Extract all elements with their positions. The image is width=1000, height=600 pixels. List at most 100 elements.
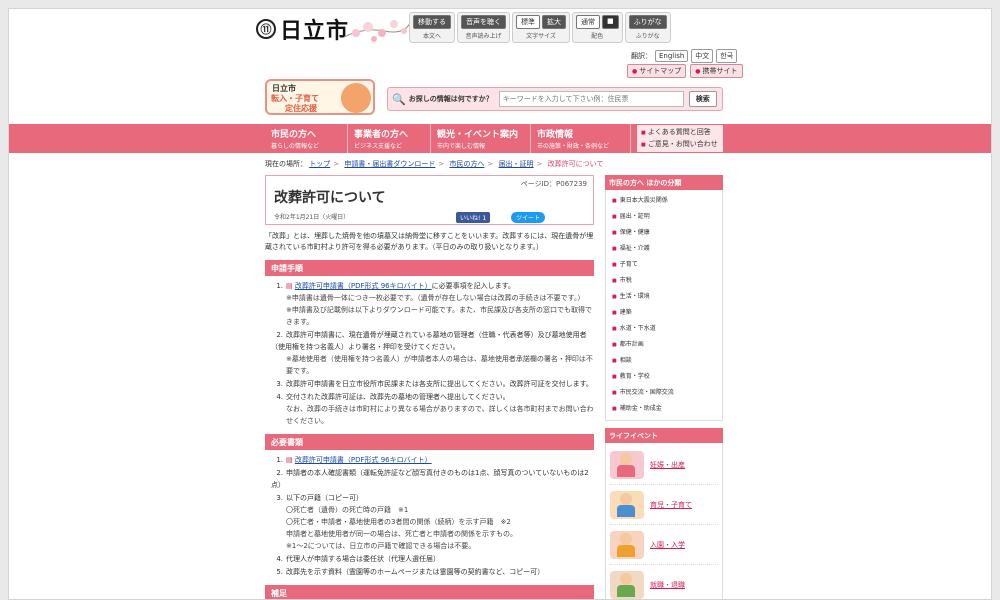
- list-number: 1.: [276, 282, 283, 290]
- contact-link[interactable]: ご意見・お問い合わせ: [641, 139, 719, 151]
- person-head-icon: [620, 532, 632, 545]
- breadcrumb-current: 改葬許可について: [547, 160, 604, 168]
- person-body-icon: [617, 584, 635, 597]
- list-number: 2.: [276, 469, 283, 477]
- sidebar-category-link[interactable]: 教育・学校: [612, 369, 718, 385]
- tweet-button[interactable]: ツイート: [511, 212, 546, 223]
- life-event-item[interactable]: 妊娠・出産: [610, 445, 718, 485]
- intro-text: 「改葬」とは、埋葬した焼骨を他の墳墓又は納骨堂に移すことをいいます。改葬するには…: [265, 232, 594, 251]
- faq-link[interactable]: よくある質問と回答: [641, 127, 719, 139]
- list-item: 3. 以下の戸籍（コピー可） 〇死亡者（遺骨）の死亡時の戸籍 ※1 〇死亡者・申請者・…: [271, 492, 594, 552]
- nav-subtitle: ビジネス支援など: [354, 143, 403, 150]
- tool-button[interactable]: 拡大: [542, 15, 566, 29]
- sidebar-category-link[interactable]: 子育て: [612, 257, 718, 273]
- sidebar-category-link[interactable]: 補助金・助成金: [612, 401, 718, 417]
- sidebar-category-link[interactable]: 都市計画: [612, 337, 718, 353]
- life-event-link[interactable]: 就職・退職: [650, 580, 685, 590]
- life-event-item[interactable]: 育児・子育て: [610, 485, 718, 525]
- lang-label: 翻訳：: [631, 52, 652, 60]
- life-event-illustration-icon: [610, 530, 644, 559]
- tool-button[interactable]: 移動する: [413, 15, 451, 29]
- section-heading-procedure: 申請手順: [265, 260, 594, 276]
- sidebar-category-link[interactable]: 保健・健康: [612, 225, 718, 241]
- list-note: ※1～2については、日立市の戸籍で確認できる場合は不要。: [286, 542, 476, 550]
- sidebar-category-link[interactable]: 東日本大震災関係: [612, 193, 718, 209]
- tool-buttons: ふりがな: [628, 15, 667, 29]
- list-note: 申請者と墓地使用者が同一の場合は、死亡者と申請者の関係を示すもの。: [286, 530, 517, 538]
- tool-caption: 音声読み上げ: [465, 33, 502, 40]
- lang-korean-button[interactable]: 한국: [716, 49, 738, 63]
- sidebar-category-link[interactable]: 福祉・介護: [612, 241, 718, 257]
- nav-title: 市政情報: [537, 130, 574, 140]
- sidebar-category-link[interactable]: 生活・環境: [612, 289, 718, 305]
- tool-buttons: 移動する: [413, 15, 451, 29]
- search-input[interactable]: [498, 91, 684, 107]
- list-number: 2.: [276, 331, 283, 339]
- sidebar-category-link[interactable]: 水道・下水道: [612, 321, 718, 337]
- tool-group: 標準 拡大文字サイズ: [512, 12, 570, 43]
- list-note: なお、改葬の手続きは市町村により異なる場合がありますので、詳しくは各市町村までお…: [286, 405, 594, 425]
- list-number: 3.: [276, 494, 283, 502]
- tool-button[interactable]: 通常: [576, 15, 600, 29]
- city-logo[interactable]: ⑪ 日立市: [256, 15, 349, 44]
- tool-group: 通常 ■ 配色: [572, 12, 623, 43]
- list-item: 2. 改葬許可申請書に、現在遺骨が埋蔵されている墓地の管理者（住職・代表者等）及び…: [271, 329, 594, 377]
- life-event-link[interactable]: 妊娠・出産: [650, 460, 685, 470]
- life-event-link[interactable]: 育児・子育て: [650, 500, 692, 510]
- life-event-item[interactable]: 就職・退職: [610, 565, 718, 599]
- nav-title: 事業者の方へ: [354, 130, 409, 140]
- nav-residents[interactable]: 市民の方へ 暮らしの情報など: [265, 124, 348, 153]
- tool-caption: 文字サイズ: [526, 33, 556, 40]
- mobile-site-link[interactable]: 携帯サイト: [690, 64, 743, 78]
- tool-caption: 配色: [591, 33, 604, 40]
- tool-group: 移動する 本文へ: [409, 12, 455, 43]
- sidebar-category-link[interactable]: 届出・証明: [612, 209, 718, 225]
- nav-business[interactable]: 事業者の方へ ビジネス支援など: [348, 124, 431, 153]
- tool-button[interactable]: 音声を聴く: [461, 15, 506, 29]
- life-event-illustration-icon: [610, 450, 644, 479]
- breadcrumb-notifications[interactable]: 届出・証明: [499, 160, 534, 168]
- lang-chinese-button[interactable]: 中文: [691, 49, 714, 63]
- breadcrumb-label: 現在の場所：: [265, 160, 307, 168]
- banner-character-icon: [341, 83, 371, 113]
- nav-subtitle: 暮らしの情報など: [271, 143, 320, 150]
- person-head-icon: [620, 572, 632, 585]
- list-item: 5. 改葬先を示す資料（霊園等のホームページまたは霊園等の契約書など、コピー可）: [271, 566, 594, 578]
- life-event-link[interactable]: 入園・入学: [650, 540, 685, 550]
- list-text: 以下の戸籍（コピー可）: [286, 494, 363, 502]
- nav-citygov[interactable]: 市政情報 市の施策・財政・条例など: [531, 124, 631, 153]
- breadcrumb-top[interactable]: トップ: [309, 160, 330, 168]
- pdf-icon: ▤: [286, 456, 295, 464]
- sidebar-category-link[interactable]: 市民交流・国際交流: [612, 385, 718, 401]
- sidebar-category-link[interactable]: 相談: [612, 353, 718, 369]
- tool-buttons: 通常 ■: [576, 15, 619, 29]
- list-item: 3. 改葬許可申請書を日立市役所市民課または各支所に提出してください。改葬許可証を…: [271, 378, 594, 390]
- sidebar-category-link[interactable]: 建築: [612, 305, 718, 321]
- nav-tourism[interactable]: 観光・イベント案内 市内で楽しむ情報: [431, 124, 531, 153]
- life-event-item[interactable]: 入園・入学: [610, 525, 718, 565]
- tool-group: 音声を聴く音声読み上げ: [457, 12, 510, 43]
- application-form-link[interactable]: 改葬許可申請書（PDF形式 96キロバイト）: [295, 282, 432, 290]
- facebook-like-button[interactable]: いいね! 1: [456, 212, 491, 223]
- application-form-link[interactable]: 改葬許可申請書（PDF形式 96キロバイト）: [295, 456, 432, 464]
- life-events-heading: ライフイベント: [605, 428, 723, 443]
- breadcrumb-residents[interactable]: 市民の方へ: [449, 160, 484, 168]
- tool-button[interactable]: ■: [602, 15, 619, 29]
- breadcrumb-downloads[interactable]: 申請書・届出書ダウンロード: [344, 160, 435, 168]
- search-button[interactable]: 検索: [688, 91, 717, 107]
- sakura-decoration-icon: [344, 20, 410, 42]
- list-text: に必要事項を記入します。: [431, 282, 515, 290]
- tool-button[interactable]: ふりがな: [628, 15, 667, 29]
- sidebar: 市民の方へ ほかの分類 東日本大震災関係届出・証明保健・健康福祉・介護子育て市税…: [605, 175, 723, 599]
- sidebar-category-link[interactable]: 市税: [612, 273, 718, 289]
- sitemap-link[interactable]: サイトマップ: [627, 64, 687, 78]
- tool-buttons: 標準 拡大: [516, 15, 566, 29]
- list-text: 改葬許可申請書に、現在遺骨が埋蔵されている墓地の管理者（住職・代表者等）及び墓地…: [271, 331, 587, 351]
- lang-english-button[interactable]: English: [655, 50, 689, 62]
- person-head-icon: [620, 492, 632, 505]
- nav-side-links: よくある質問と回答 ご意見・お問い合わせ: [637, 125, 723, 152]
- accessibility-toolbar: 移動する 本文へ 音声を聴く 音声読み上げ 標準 拡大 文字サイズ 通常 ■ 配色 ふりがな ふりがな: [409, 12, 671, 43]
- tool-button[interactable]: 標準: [516, 15, 540, 29]
- page-title: 改葬許可について: [274, 190, 386, 206]
- relocation-banner[interactable]: 日立市 転入・子育て 定住応援: [265, 79, 375, 115]
